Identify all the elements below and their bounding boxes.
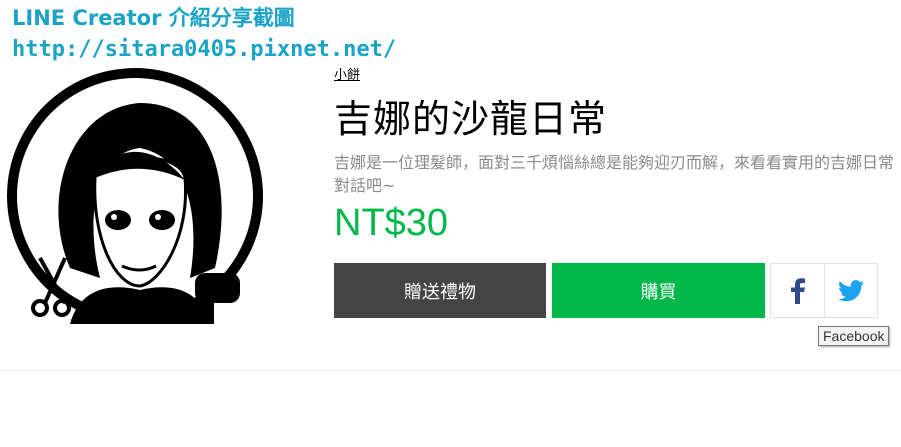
sticker-avatar-image <box>7 68 263 324</box>
product-price: NT$30 <box>334 202 449 244</box>
watermark-url: http://sitara0405.pixnet.net/ <box>12 37 397 62</box>
twitter-share-button[interactable] <box>823 264 878 317</box>
watermark-title: LINE Creator 介紹分享截圖 <box>12 6 295 30</box>
product-description: 吉娜是一位理髮師，面對三千煩惱絲總是能夠迎刃而解，來看看實用的吉娜日常對話吧~ <box>334 153 895 195</box>
section-divider <box>0 370 901 371</box>
twitter-icon <box>837 279 864 301</box>
buy-button[interactable]: 購買 <box>552 263 765 318</box>
facebook-icon <box>791 277 806 304</box>
facebook-tooltip: Facebook <box>818 326 890 346</box>
product-title: 吉娜的沙龍日常 <box>334 97 608 141</box>
watermark: LINE Creator 介紹分享截圖 http://sitara0405.pi… <box>12 2 396 66</box>
share-buttons <box>770 263 878 318</box>
author-link[interactable]: 小餅 <box>334 64 360 83</box>
facebook-share-button[interactable] <box>771 264 824 317</box>
gift-button[interactable]: 贈送禮物 <box>334 263 546 318</box>
